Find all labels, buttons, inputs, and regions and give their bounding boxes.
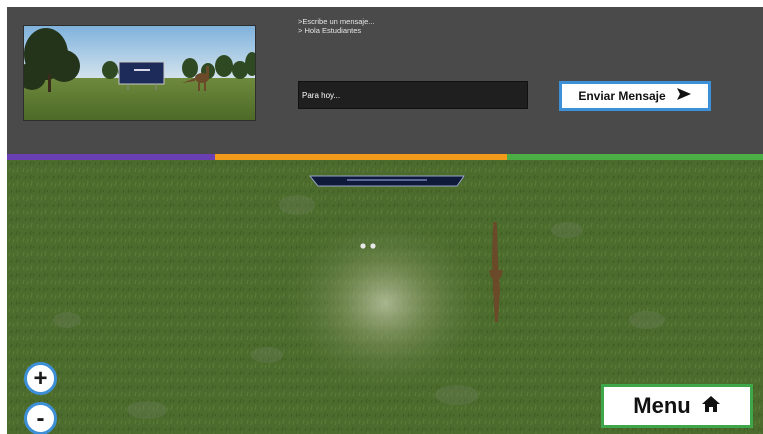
arrow-right-icon [676,87,692,106]
send-message-label: Enviar Mensaje [578,89,666,103]
message-input[interactable] [298,81,528,109]
camera-preview [23,25,256,121]
chat-panel: >Escribe un mensaje... > Hola Estudiante… [7,7,763,154]
zoom-in-label: + [33,364,48,392]
chat-log: >Escribe un mensaje... > Hola Estudiante… [298,17,628,67]
menu-button[interactable]: Menu [601,384,753,428]
zoom-in-button[interactable]: + [24,362,57,395]
chat-message: > Hola Estudiantes [298,26,362,35]
send-message-button[interactable]: Enviar Mensaje [559,81,711,111]
zoom-out-label: - [36,404,45,432]
chat-message: >Escribe un mensaje... [298,17,375,26]
zoom-out-button[interactable]: - [24,402,57,434]
preview-scene-image [24,26,255,120]
menu-label: Menu [633,393,691,418]
game-viewport: >Escribe un mensaje... > Hola Estudiante… [7,7,763,434]
home-icon [701,395,721,418]
